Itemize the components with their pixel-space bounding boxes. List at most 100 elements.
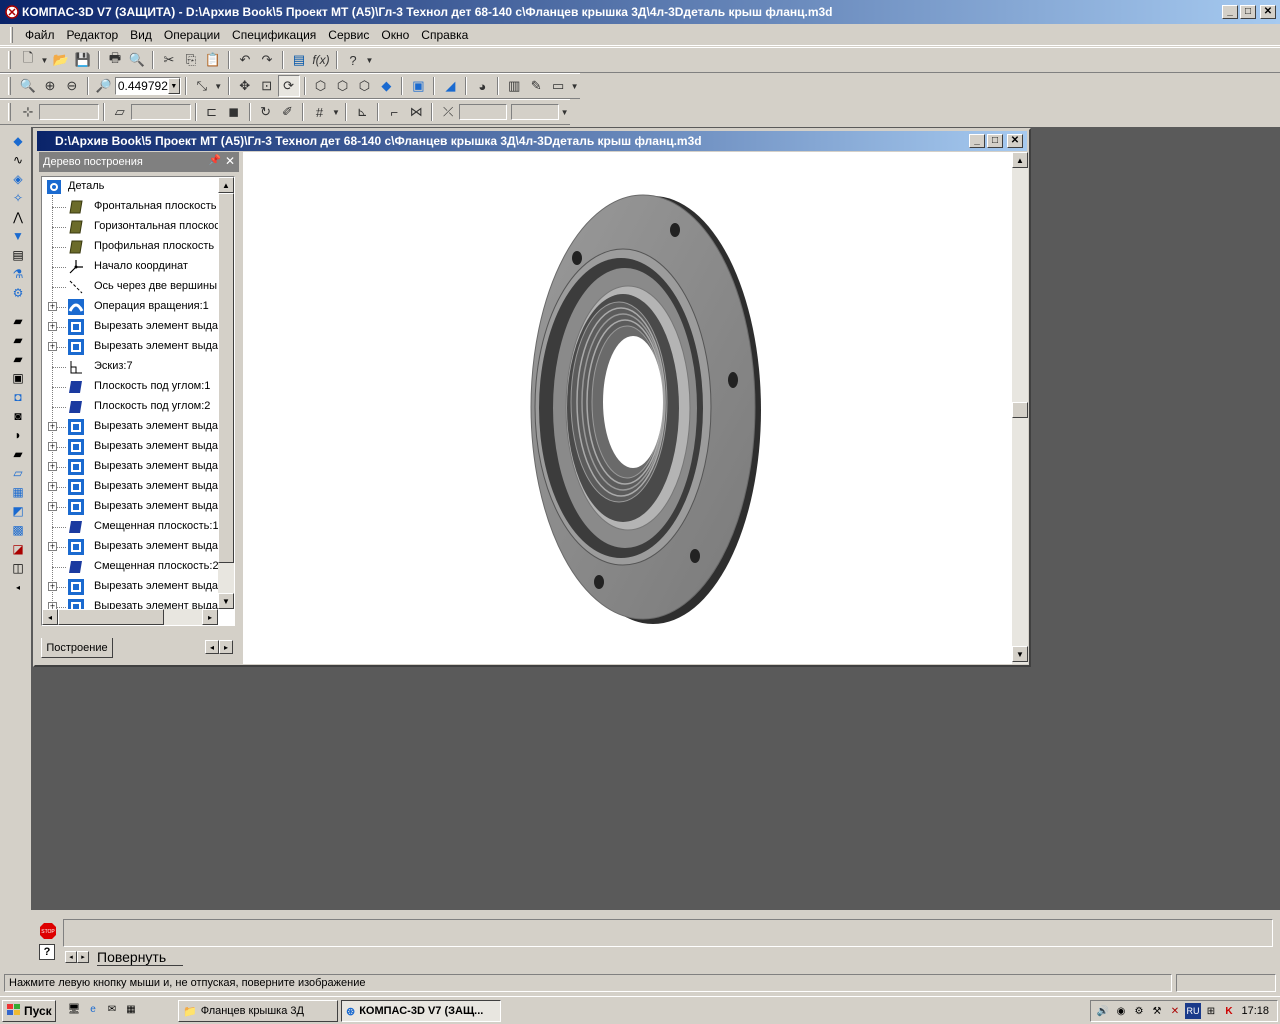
menu-editor[interactable]: Редактор xyxy=(61,26,125,44)
help-icon[interactable]: ? xyxy=(39,944,55,960)
help-dropdown-arrow[interactable]: ▼ xyxy=(364,49,375,71)
tray-network-icon[interactable]: ⊞ xyxy=(1203,1003,1219,1019)
coordinate-system-icon[interactable]: ⊹ xyxy=(17,101,39,123)
tree-item[interactable]: + Операция вращения:1 xyxy=(42,297,218,317)
hscroll-thumb[interactable] xyxy=(58,609,164,625)
tree-item[interactable]: + Вырезать элемент выдав xyxy=(42,537,224,557)
tree-vertical-scrollbar[interactable]: ▲ ▼ xyxy=(218,177,234,609)
menu-help[interactable]: Справка xyxy=(415,26,474,44)
tree-item[interactable]: Ось через две вершины: xyxy=(42,277,220,297)
measure-icon[interactable]: ▥ xyxy=(503,75,525,97)
edit-part-icon[interactable]: ◆ xyxy=(9,132,27,149)
command-tab-next[interactable]: ▸ xyxy=(77,951,89,963)
cursor-coords-icon[interactable]: ⤫ xyxy=(437,101,459,123)
doc-minimize-button[interactable]: _ xyxy=(969,134,985,148)
specification-icon[interactable]: ▤ xyxy=(9,246,27,263)
loft-icon[interactable]: ▣ xyxy=(9,370,27,387)
volume-icon[interactable]: 🔊 xyxy=(1095,1003,1111,1019)
toolbar-grip[interactable] xyxy=(8,103,11,121)
tree-item[interactable]: + Вырезать элемент выдав xyxy=(42,477,224,497)
layer-field[interactable] xyxy=(130,104,191,120)
minimize-button[interactable]: _ xyxy=(1222,5,1238,19)
array-icon[interactable]: ▩ xyxy=(9,522,27,539)
rib-icon[interactable]: ▦ xyxy=(9,484,27,501)
tree-item[interactable]: Смещенная плоскость:1 xyxy=(42,517,219,537)
coords-dropdown-arrow[interactable]: ▼ xyxy=(559,101,570,123)
pin-icon[interactable]: 📌 xyxy=(209,155,221,166)
tree-item[interactable]: + Вырезать элемент выдав xyxy=(42,577,224,597)
tree-item[interactable]: Начало координат xyxy=(42,257,218,277)
rotate-icon[interactable]: ⟳ xyxy=(277,75,300,97)
tree-item[interactable]: Плоскость под углом:1 xyxy=(42,377,218,397)
sketch-rotate-icon[interactable]: ↻ xyxy=(255,101,277,123)
mirror-icon[interactable]: ◪ xyxy=(9,541,27,558)
snap-local-cs-icon[interactable]: ⊏ xyxy=(201,101,223,123)
shaded-icon[interactable]: ◆ xyxy=(375,75,397,97)
tray-status-icon[interactable]: ✕ xyxy=(1167,1003,1183,1019)
tab-construction[interactable]: Построение xyxy=(41,638,113,658)
doc-close-button[interactable]: ✕ xyxy=(1007,134,1023,148)
tree-item[interactable]: Горизонтальная плоскос xyxy=(42,217,220,237)
context-help-icon[interactable]: ? xyxy=(342,49,364,71)
viewport-scrollbar[interactable]: ▲ ▼ xyxy=(1012,152,1028,664)
grid-dropdown-arrow[interactable]: ▼ xyxy=(330,101,341,123)
cut-rotate-icon[interactable]: ◙ xyxy=(9,408,27,425)
scroll-up-arrow[interactable]: ▲ xyxy=(218,177,234,193)
kompas-app-icon[interactable] xyxy=(4,4,20,20)
filter-icon[interactable]: ▼ xyxy=(9,227,27,244)
properties-icon[interactable]: ✎ xyxy=(525,75,547,97)
zoom-window-icon[interactable]: 🔍 xyxy=(17,75,39,97)
menubar-grip[interactable] xyxy=(10,26,13,43)
tree-item[interactable]: + Вырезать элемент выдав xyxy=(42,337,224,357)
kaspersky-icon[interactable]: K xyxy=(1221,1003,1237,1019)
tree-item[interactable]: + Вырезать элемент выдав xyxy=(42,437,224,457)
print-preview-icon[interactable]: 🔍 xyxy=(126,49,148,71)
sketch-edit-icon[interactable]: ✐ xyxy=(277,101,299,123)
doc-maximize-button[interactable]: □ xyxy=(987,134,1003,148)
command-tab-prev[interactable]: ◂ xyxy=(65,951,77,963)
print-icon[interactable]: 🖶 xyxy=(104,49,126,71)
panel-scroll-arrow[interactable]: ◂ xyxy=(9,579,27,596)
variables-icon[interactable]: ▤ xyxy=(288,49,310,71)
assembly-icon[interactable]: ⚙ xyxy=(9,284,27,301)
tray-app-icon[interactable]: ◉ xyxy=(1113,1003,1129,1019)
zoom-in-icon[interactable]: ⊕ xyxy=(39,75,61,97)
auxiliary-geometry-icon[interactable]: ✧ xyxy=(9,189,27,206)
new-document-icon[interactable]: 🗋 xyxy=(17,49,39,71)
menu-operations[interactable]: Операции xyxy=(158,26,226,44)
tree-item[interactable]: + Вырезать элемент выдав xyxy=(42,317,224,337)
tree-item[interactable]: + Вырезать элемент выдав xyxy=(42,457,224,477)
show-desktop-icon[interactable]: 🖥 xyxy=(66,1001,82,1017)
zoom-dropdown-arrow[interactable]: ▼ xyxy=(167,78,180,94)
fillet-icon[interactable]: ◗ xyxy=(9,427,27,444)
menu-specification[interactable]: Спецификация xyxy=(226,26,322,44)
cut-icon[interactable]: ✂ xyxy=(158,49,180,71)
tree-horizontal-scrollbar[interactable]: ◂ ▸ xyxy=(42,609,218,625)
display-control-icon[interactable]: ◕ xyxy=(471,75,493,97)
tree-item[interactable]: + Вырезать элемент выдав xyxy=(42,417,224,437)
rotate-op-icon[interactable]: ▰ xyxy=(9,332,27,349)
function-icon[interactable]: f(x) xyxy=(310,49,332,71)
display-mode-dropdown-arrow[interactable]: ▼ xyxy=(569,75,580,97)
viewport-scroll-down[interactable]: ▼ xyxy=(1012,646,1028,662)
save-icon[interactable]: 💾 xyxy=(72,49,94,71)
orientation-icon[interactable]: ⤡ xyxy=(191,75,213,97)
scroll-thumb[interactable] xyxy=(218,193,234,563)
redo-icon[interactable]: ↷ xyxy=(256,49,278,71)
local-cs-icon[interactable]: ⊾ xyxy=(351,101,373,123)
shell-icon[interactable]: ▱ xyxy=(9,465,27,482)
extrude-icon[interactable]: ▰ xyxy=(9,313,27,330)
menu-window[interactable]: Окно xyxy=(375,26,415,44)
copy-icon[interactable]: ⎘ xyxy=(180,49,202,71)
cut-extrude-icon[interactable]: ◘ xyxy=(9,389,27,406)
kinematic-icon[interactable]: ▰ xyxy=(9,351,27,368)
pan-icon[interactable]: ✥ xyxy=(234,75,256,97)
menu-view[interactable]: Вид xyxy=(124,26,158,44)
perspective-icon[interactable]: ▣ xyxy=(407,75,429,97)
coordinate-system-field[interactable] xyxy=(38,104,99,120)
zoom-out-icon[interactable]: ⊖ xyxy=(61,75,83,97)
new-dropdown-arrow[interactable]: ▼ xyxy=(39,49,50,71)
shaded-cube-icon[interactable]: ◼ xyxy=(223,101,245,123)
tree-close-icon[interactable]: ✕ xyxy=(225,154,235,168)
scroll-left-arrow[interactable]: ◂ xyxy=(42,609,58,625)
